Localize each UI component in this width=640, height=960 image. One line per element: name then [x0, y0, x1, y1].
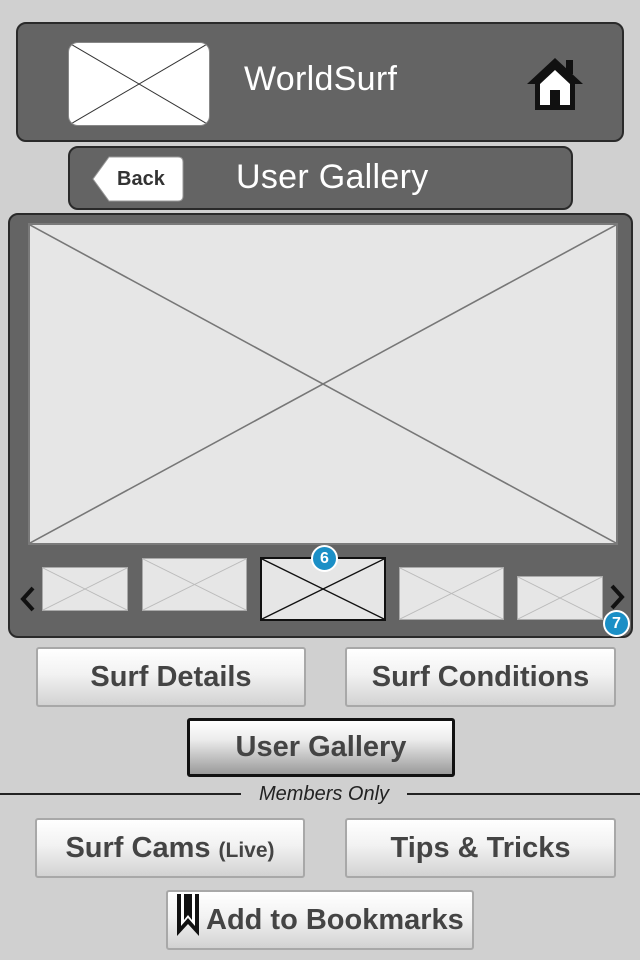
- gallery-panel: 6 7: [8, 213, 633, 638]
- members-only-label: Members Only: [241, 783, 408, 806]
- add-bookmarks-label: Add to Bookmarks: [206, 903, 464, 936]
- back-button[interactable]: Back: [92, 156, 184, 202]
- app-title: WorldSurf: [244, 60, 398, 98]
- add-bookmarks-button[interactable]: Add to Bookmarks: [166, 890, 474, 950]
- image-placeholder-icon: [143, 559, 246, 610]
- step-badge-7: 7: [603, 610, 630, 637]
- thumbnail[interactable]: [42, 567, 128, 611]
- subheader-bar: Back User Gallery: [68, 146, 573, 210]
- surf-details-button[interactable]: Surf Details: [36, 647, 306, 707]
- home-icon[interactable]: [524, 54, 586, 112]
- bookmark-icon: [176, 894, 200, 938]
- image-placeholder-icon: [30, 225, 616, 543]
- page-title: User Gallery: [236, 158, 429, 196]
- back-label: Back: [117, 168, 165, 190]
- chevron-right-icon[interactable]: [607, 583, 627, 611]
- image-placeholder-icon: [400, 568, 503, 619]
- image-placeholder-icon: [518, 577, 602, 619]
- step-badge-6: 6: [311, 545, 338, 572]
- surf-cams-button[interactable]: Surf Cams (Live): [35, 818, 305, 878]
- thumbnail[interactable]: [399, 567, 504, 620]
- logo-placeholder[interactable]: [68, 42, 210, 126]
- image-placeholder-icon: [69, 43, 209, 125]
- surf-cams-live-label: (Live): [218, 839, 275, 862]
- surf-cams-label: Surf Cams: [65, 831, 211, 864]
- surf-conditions-button[interactable]: Surf Conditions: [345, 647, 616, 707]
- thumbnail[interactable]: [517, 576, 603, 620]
- thumbnail[interactable]: [142, 558, 247, 611]
- user-gallery-button[interactable]: User Gallery: [187, 718, 455, 777]
- header-bar: WorldSurf: [16, 22, 624, 142]
- image-placeholder-icon: [43, 568, 127, 610]
- main-image[interactable]: [28, 223, 618, 545]
- tips-tricks-button[interactable]: Tips & Tricks: [345, 818, 616, 878]
- chevron-left-icon[interactable]: [18, 585, 38, 613]
